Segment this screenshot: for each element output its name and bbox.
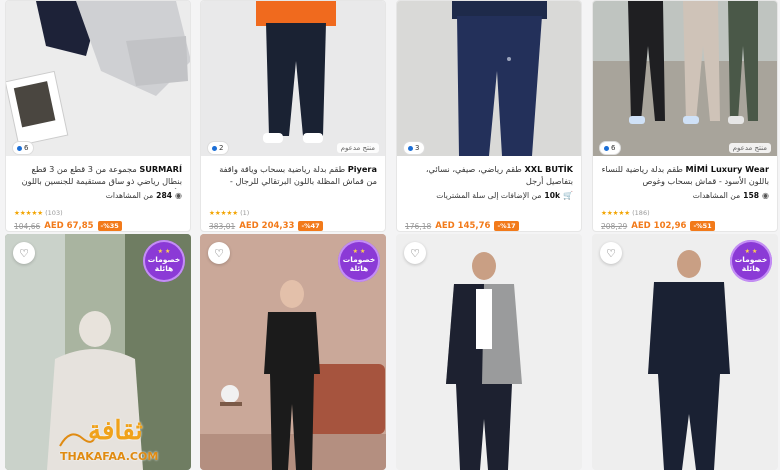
promo-badge: ★ ★ خصومات هائلة: [338, 240, 380, 282]
product-image[interactable]: [593, 1, 777, 156]
old-price: 104,66: [14, 221, 41, 231]
current-price: AED 67,85: [44, 221, 94, 231]
old-price: 383,01: [209, 221, 236, 231]
social-proof: 🛒 10k من الإضافات إلى سلة المشتريات: [436, 191, 573, 200]
current-price: AED 145,76: [435, 221, 491, 231]
heart-outline-icon[interactable]: ♡: [600, 242, 622, 264]
old-price: 176,18: [405, 221, 432, 231]
image-count-badge: 6: [599, 141, 621, 155]
discount-badge: -%35: [97, 221, 122, 231]
current-price: AED 102,96: [631, 221, 687, 231]
rating-stars: ★★★★★ (103): [14, 209, 63, 217]
promo-badge: ★ ★ خصومات هائلة: [143, 240, 185, 282]
image-count-badge: 6: [12, 141, 34, 155]
cart-icon: 🛒: [563, 191, 573, 200]
product-card[interactable]: ♡ ★ ★ خصومات هائلة: [5, 234, 191, 470]
product-card[interactable]: 2 منتج مدعوم Piyera طقم بدلة رياضية بسحا…: [200, 0, 386, 232]
price-row: 104,66 AED 67,85 -%35: [14, 221, 182, 231]
product-title[interactable]: Piyera طقم بدلة رياضية بسحاب وياقة واقفة…: [209, 163, 377, 189]
eye-icon: ◉: [762, 191, 769, 200]
product-title[interactable]: SURMARÍ مجموعة من 3 قطع من 3 قطع بنطال ر…: [14, 163, 182, 189]
social-proof: ◉ 284 من المشاهدات: [105, 191, 182, 200]
product-image[interactable]: [201, 1, 385, 156]
rating-stars: ★★★★★ (186): [601, 209, 650, 217]
product-card[interactable]: ♡ ★ ★ خصومات هائلة: [200, 234, 386, 470]
discount-badge: -%47: [298, 221, 323, 231]
product-title[interactable]: XXL BUTİK طقم رياضي، صيفي، نسائي، بتفاصي…: [405, 163, 573, 189]
product-image[interactable]: [6, 1, 190, 156]
discount-badge: -%51: [690, 221, 715, 231]
sponsored-label: منتج مدعوم: [336, 143, 379, 153]
sponsored-label: منتج مدعوم: [728, 143, 771, 153]
price-row: 176,18 AED 145,76 -%17: [405, 221, 573, 231]
product-grid: 6 SURMARÍ مجموعة من 3 قطع من 3 قطع بنطال…: [0, 0, 780, 470]
product-image[interactable]: [397, 1, 581, 156]
product-card[interactable]: ♡: [396, 234, 582, 470]
current-price: AED 204,33: [239, 221, 295, 231]
product-card[interactable]: 3 XXL BUTİK طقم رياضي، صيفي، نسائي، بتفا…: [396, 0, 582, 232]
heart-outline-icon[interactable]: ♡: [13, 242, 35, 264]
product-card[interactable]: 6 منتج مدعوم MİMİ Luxury Wear طقم بدلة ر…: [592, 0, 778, 232]
social-proof: ◉ 158 من المشاهدات: [692, 191, 769, 200]
price-row: 383,01 AED 204,33 -%47: [209, 221, 377, 231]
price-row: 208,29 AED 102,96 -%51: [601, 221, 769, 231]
promo-badge: ★ ★ خصومات هائلة: [730, 240, 772, 282]
rating-stars: ★★★★★ (1): [209, 209, 250, 217]
heart-outline-icon[interactable]: ♡: [404, 242, 426, 264]
image-count-badge: 2: [207, 141, 229, 155]
product-card[interactable]: ♡ ★ ★ خصومات هائلة: [592, 234, 778, 470]
heart-outline-icon[interactable]: ♡: [208, 242, 230, 264]
discount-badge: -%17: [494, 221, 519, 231]
product-title[interactable]: MİMİ Luxury Wear طقم بدلة رياضية للنساء …: [601, 163, 769, 189]
eye-icon: ◉: [175, 191, 182, 200]
product-card[interactable]: 6 SURMARÍ مجموعة من 3 قطع من 3 قطع بنطال…: [5, 0, 191, 232]
image-count-badge: 3: [403, 141, 425, 155]
old-price: 208,29: [601, 221, 628, 231]
product-image[interactable]: [396, 234, 582, 470]
